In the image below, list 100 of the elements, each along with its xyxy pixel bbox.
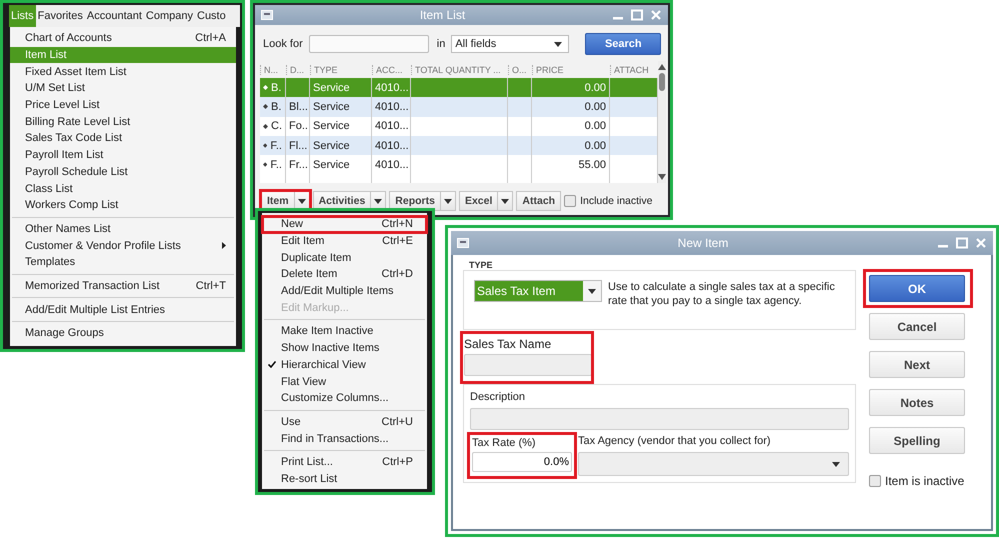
menu-item-label: Sales Tax Code List	[25, 132, 124, 144]
table-cell: Fo...	[289, 120, 309, 132]
scroll-down-icon[interactable]	[658, 174, 666, 180]
table-cell: Service	[313, 158, 350, 171]
menu-item[interactable]: Re-sort List	[262, 470, 427, 488]
column-header[interactable]: ACC...	[372, 64, 411, 74]
toolbar-button[interactable]: Attach	[516, 191, 562, 211]
menu-item[interactable]: Chart of Accounts Ctrl+A	[10, 30, 236, 47]
menu-item[interactable]: Use Ctrl+U	[262, 414, 427, 430]
menu-item[interactable]: Flat View	[262, 373, 427, 390]
dropdown-arrow-button[interactable]	[440, 192, 455, 210]
dialog-button[interactable]: Cancel	[869, 313, 965, 340]
table-row[interactable]: F.. Fl... Service 4010... 0.00	[260, 136, 658, 156]
table-cell: F..	[270, 158, 282, 171]
menu-bar-item[interactable]: Favorites	[36, 5, 85, 27]
table-cell: 4010...	[375, 100, 409, 113]
dialog-button[interactable]: Notes	[869, 389, 965, 416]
search-button[interactable]: Search	[585, 33, 662, 55]
menu-bar-item[interactable]: Company	[144, 5, 195, 27]
menu-item[interactable]: Manage Groups	[10, 325, 236, 342]
menu-item[interactable]: New Ctrl+N	[262, 216, 427, 233]
table-cell: Fr...	[289, 158, 308, 171]
table-row[interactable]: B. Service 4010... 0.00	[260, 78, 658, 98]
window-menu-icon[interactable]	[261, 10, 273, 20]
tax-agency-dropdown[interactable]	[578, 452, 849, 476]
table-row[interactable]: B. Bl... Service 4010... 0.00	[260, 97, 658, 117]
menu-item[interactable]: Payroll Schedule List	[10, 164, 236, 180]
checkbox[interactable]	[564, 195, 576, 207]
menu-item[interactable]: Add/Edit Multiple List Entries	[10, 301, 236, 318]
menu-item[interactable]: Customer & Vendor Profile Lists	[10, 237, 236, 254]
column-header[interactable]: TYPE	[310, 64, 372, 74]
menu-bar-item[interactable]: Lists	[9, 5, 36, 27]
dialog-button[interactable]: Spelling	[869, 427, 965, 454]
menu-item[interactable]: Other Names List	[10, 220, 236, 238]
menu-item[interactable]: Find in Transactions...	[262, 430, 427, 447]
checkbox[interactable]	[869, 475, 881, 487]
menu-item[interactable]: U/M Set List	[10, 80, 236, 97]
table-row[interactable]: F.. Fr... Service 4010... 55.00	[260, 155, 658, 174]
menu-item-label: Billing Rate Level List	[25, 116, 132, 128]
menu-item[interactable]: Templates	[10, 254, 236, 271]
close-icon[interactable]	[650, 9, 662, 21]
menu-item[interactable]: Class List	[10, 180, 236, 197]
button-label: Reports	[394, 194, 436, 209]
diamond-icon	[263, 143, 268, 148]
menu-item[interactable]: Memorized Transaction List Ctrl+T	[10, 278, 236, 294]
dropdown-value: All fields	[455, 38, 496, 50]
menu-bar-item[interactable]: Accountant	[84, 5, 144, 27]
description-field[interactable]	[470, 408, 849, 430]
menu-item[interactable]: Workers Comp List	[10, 196, 236, 214]
maximize-icon[interactable]	[956, 237, 968, 249]
search-in-dropdown[interactable]: All fields	[451, 35, 570, 53]
table-cell: Bl...	[289, 100, 308, 113]
menu-item[interactable]: Delete Item Ctrl+D	[262, 266, 427, 283]
sales-tax-name-field[interactable]	[464, 354, 592, 376]
menu-bar-item[interactable]: Custo	[195, 5, 228, 27]
scroll-thumb[interactable]	[659, 73, 665, 91]
menu-item[interactable]: Billing Rate Level List	[10, 113, 236, 130]
column-header[interactable]: PRICE	[532, 64, 610, 74]
diamond-icon	[263, 162, 268, 168]
menu-item[interactable]: Customize Columns...	[262, 390, 427, 407]
toolbar-button[interactable]: Excel	[458, 191, 514, 211]
scroll-up-icon[interactable]	[658, 64, 666, 70]
menu-item[interactable]: Show Inactive Items	[262, 340, 427, 356]
menu-item[interactable]: Hierarchical View	[262, 356, 427, 374]
look-for-field[interactable]	[308, 35, 429, 53]
table-cell: 0.00	[584, 82, 606, 94]
tax-rate-field[interactable]: 0.0%	[472, 452, 572, 472]
menu-item-label: Edit Markup...	[281, 302, 350, 314]
column-header[interactable]: O...	[508, 64, 532, 74]
diamond-icon	[263, 85, 268, 90]
menu-item[interactable]: Fixed Asset Item List	[10, 63, 236, 80]
menu-item[interactable]: Duplicate Item	[262, 249, 427, 266]
menu-item[interactable]: Print List... Ctrl+P	[262, 454, 427, 471]
column-header[interactable]: D...	[286, 64, 310, 74]
menu-item[interactable]: Price Level List	[10, 96, 236, 114]
column-header[interactable]: N...	[260, 64, 286, 74]
maximize-icon[interactable]	[631, 9, 643, 21]
caret-icon	[554, 42, 562, 46]
table-row[interactable]: C. Fo... Service 4010... 0.00	[260, 116, 658, 136]
dialog-button[interactable]: Next	[869, 351, 965, 378]
close-icon[interactable]	[975, 237, 987, 249]
table-cell: 0.00	[584, 100, 606, 113]
menu-item[interactable]: Payroll Item List	[10, 146, 236, 164]
shortcut-text: Ctrl+E	[382, 235, 413, 248]
type-legend: TYPE	[463, 260, 856, 270]
dialog-button[interactable]: OK	[869, 275, 965, 302]
menu-item[interactable]: Edit Item Ctrl+E	[262, 232, 427, 250]
window-menu-icon[interactable]	[457, 238, 469, 248]
menu-item-label: Edit Item	[281, 235, 326, 248]
menu-item[interactable]: Item List	[10, 46, 236, 64]
menu-item-label: Memorized Transaction List	[25, 280, 160, 292]
toolbar-button[interactable]: Reports	[389, 191, 456, 211]
in-label: in	[436, 38, 446, 50]
menu-item[interactable]: Add/Edit Multiple Items	[262, 282, 427, 300]
type-dropdown[interactable]: Sales Tax Item	[474, 280, 602, 302]
column-header[interactable]: TOTAL QUANTITY ...	[411, 64, 508, 74]
scrollbar[interactable]	[658, 61, 666, 183]
menu-item-label: Templates	[25, 256, 76, 268]
menu-item[interactable]: Sales Tax Code List	[10, 130, 236, 147]
menu-item[interactable]: Make Item Inactive	[262, 323, 427, 340]
